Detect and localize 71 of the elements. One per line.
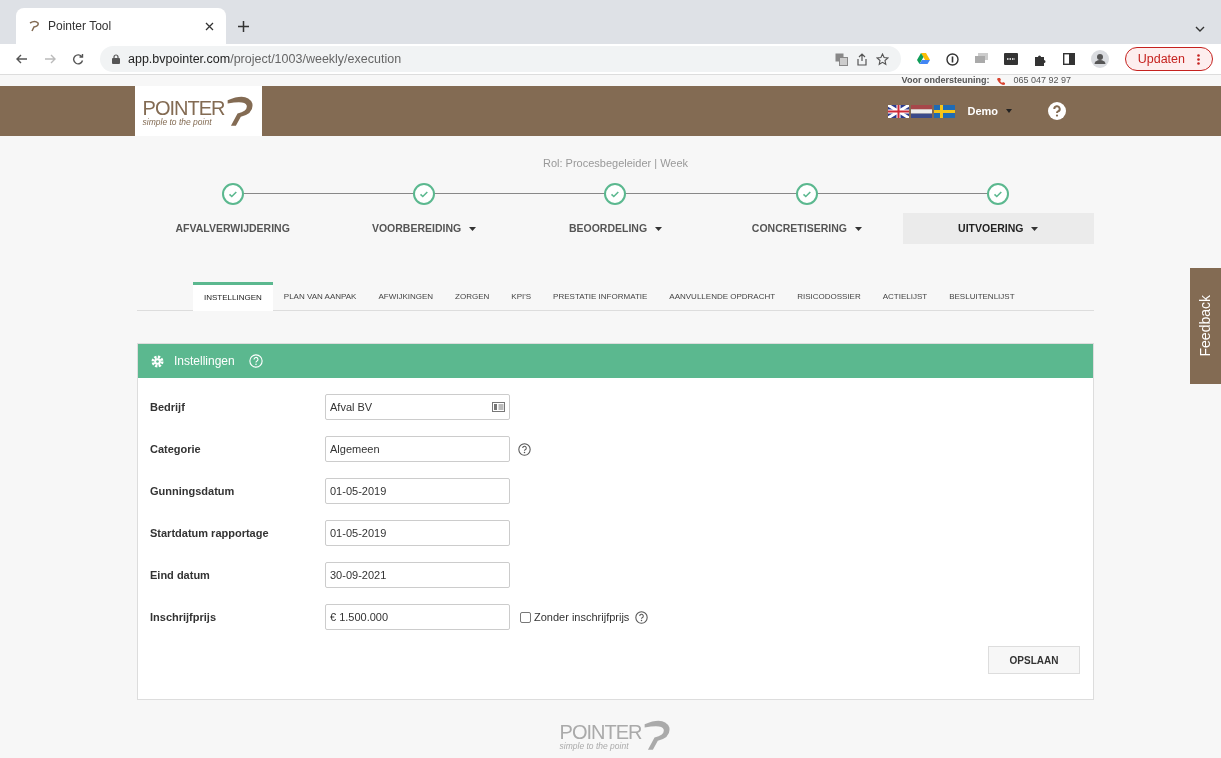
field-label: Gunningsdatum bbox=[150, 483, 236, 499]
checkbox[interactable] bbox=[520, 611, 531, 623]
new-tab-icon[interactable] bbox=[238, 21, 249, 32]
password-icon[interactable] bbox=[945, 52, 959, 66]
user-menu[interactable]: Demo bbox=[967, 102, 1012, 120]
field-label: Inschrijfprijs bbox=[150, 609, 218, 625]
help-icon[interactable] bbox=[518, 442, 531, 456]
section-tab[interactable]: ACTIELIJST bbox=[871, 282, 939, 311]
caret-icon bbox=[1006, 109, 1012, 113]
support-phone: 065 047 92 97 bbox=[1013, 76, 1071, 85]
step-tab[interactable]: AFVALVERWIJDERING bbox=[137, 213, 329, 244]
side-panel-icon[interactable] bbox=[1062, 53, 1075, 65]
help-icon[interactable] bbox=[1048, 102, 1066, 120]
extension-box-icon[interactable] bbox=[1003, 53, 1018, 65]
section-tab[interactable]: AANVULLENDE OPDRACHT bbox=[658, 282, 787, 311]
profile-icon[interactable] bbox=[1090, 50, 1109, 68]
hook-logo-icon bbox=[226, 96, 255, 126]
uk-flag-icon[interactable] bbox=[888, 104, 910, 118]
help-icon[interactable] bbox=[635, 610, 649, 624]
section-tab[interactable]: KPI'S bbox=[500, 282, 543, 311]
step-tab[interactable]: UITVOERING bbox=[902, 213, 1094, 244]
support-label: Voor ondersteuning: bbox=[901, 76, 990, 85]
step-tab[interactable]: CONCRETISERING bbox=[711, 213, 903, 244]
step-tab[interactable]: VOORBEREIDING bbox=[328, 213, 520, 244]
input-field[interactable]: € 1.500.000 bbox=[325, 604, 510, 630]
checkbox-label: Zonder inschrijfprijs bbox=[534, 609, 630, 625]
dutch-flag-icon[interactable] bbox=[911, 104, 933, 118]
step-tab[interactable]: BEOORDELING bbox=[519, 213, 712, 244]
section-tab[interactable]: PRESTATIE INFORMATIE bbox=[542, 282, 659, 311]
gear-icon bbox=[151, 354, 164, 368]
logo-wordmark: POINTER bbox=[142, 97, 225, 118]
close-icon[interactable] bbox=[205, 21, 214, 31]
field-label: Startdatum rapportage bbox=[150, 525, 270, 541]
logo-tagline: simple to the point bbox=[559, 741, 630, 750]
tab-title: Pointer Tool bbox=[48, 18, 113, 35]
swedish-flag-icon[interactable] bbox=[934, 104, 956, 118]
field-label: Eind datum bbox=[150, 567, 211, 583]
lock-icon bbox=[112, 54, 120, 64]
address-bar[interactable]: app.bvpointer.com/project/1003/weekly/execution bbox=[100, 46, 901, 72]
url-text: app.bvpointer.com/project/1003/weekly/execution bbox=[128, 50, 402, 68]
panel-title: Instellingen bbox=[174, 353, 235, 370]
feedback-tab[interactable]: Feedback bbox=[1190, 268, 1221, 384]
more-icon bbox=[1197, 53, 1200, 65]
section-tab[interactable]: INSTELLINGEN bbox=[193, 282, 273, 311]
chevron-down-icon[interactable] bbox=[1195, 26, 1205, 32]
drive-icon[interactable] bbox=[916, 53, 930, 65]
role-text: Rol: Procesbegeleider | Week bbox=[541, 156, 690, 169]
input-field[interactable]: 01-05-2019 bbox=[325, 478, 510, 504]
section-tab[interactable]: BESLUITENLIJST bbox=[938, 282, 1026, 311]
section-tab[interactable]: ZORGEN bbox=[444, 282, 501, 311]
logo-wordmark: POINTER bbox=[559, 721, 642, 742]
field-label: Bedrijf bbox=[150, 399, 186, 415]
address-card-icon bbox=[492, 402, 505, 412]
input-field[interactable]: Algemeen bbox=[325, 436, 510, 462]
star-icon[interactable] bbox=[875, 52, 889, 66]
logo-tagline: simple to the point bbox=[142, 117, 213, 126]
lookup-field[interactable]: Afval BV bbox=[325, 394, 510, 420]
back-icon[interactable] bbox=[16, 53, 28, 65]
field-label: Categorie bbox=[150, 441, 202, 457]
input-field[interactable]: 30-09-2021 bbox=[325, 562, 510, 588]
input-field[interactable]: 01-05-2019 bbox=[325, 520, 510, 546]
share-icon[interactable] bbox=[855, 52, 868, 66]
update-button[interactable]: Updaten bbox=[1124, 47, 1213, 71]
section-tab[interactable]: PLAN VAN AANPAK bbox=[272, 282, 368, 311]
save-button[interactable]: OPSLAAN bbox=[988, 646, 1080, 674]
section-tab[interactable]: RISICODOSSIER bbox=[786, 282, 872, 311]
reload-icon[interactable] bbox=[72, 53, 84, 65]
browser-tab[interactable]: Pointer Tool bbox=[16, 8, 226, 44]
phone-icon bbox=[997, 76, 1006, 85]
section-tab[interactable]: AFWIJKINGEN bbox=[367, 282, 445, 311]
hook-logo-icon bbox=[643, 720, 672, 750]
